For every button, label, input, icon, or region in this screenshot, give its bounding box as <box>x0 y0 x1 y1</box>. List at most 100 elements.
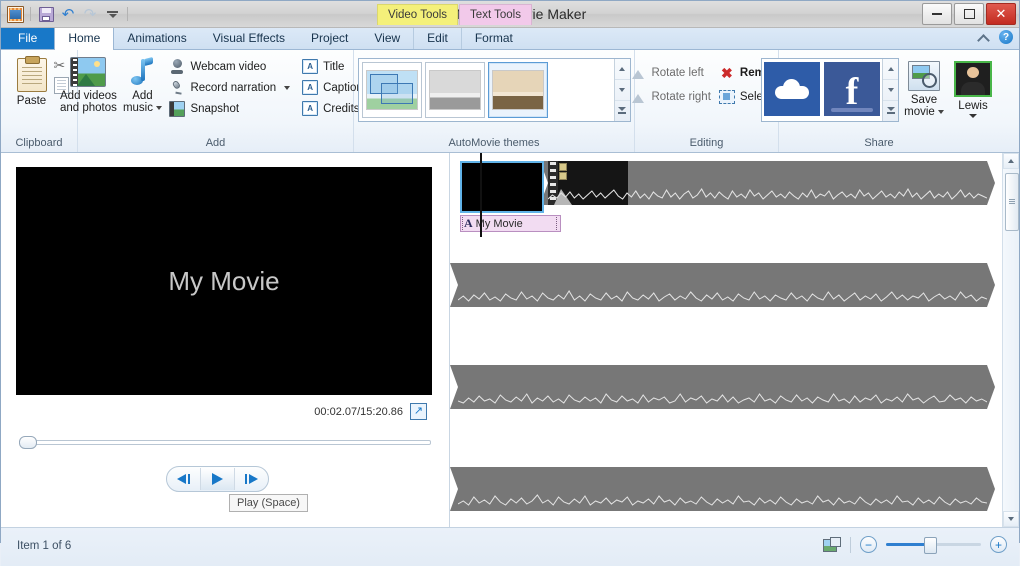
paste-button[interactable]: Paste <box>10 55 54 107</box>
save-movie-button[interactable]: Save movie <box>899 56 949 118</box>
timeline-scroll-thumb[interactable] <box>1005 173 1019 231</box>
automovie-theme-gallery <box>358 58 631 122</box>
contextual-tab-video-tools[interactable]: Video Tools <box>377 4 458 25</box>
timeline-scroll-down-icon[interactable] <box>1003 511 1019 527</box>
row4-right-notch <box>987 467 995 511</box>
zoom-in-button[interactable]: + <box>990 536 1007 553</box>
timeline-scroll-up-icon[interactable] <box>1003 153 1019 169</box>
record-narration-button[interactable]: Record narration <box>169 79 290 96</box>
playhead-indicator[interactable] <box>480 153 482 237</box>
seek-thumb[interactable] <box>19 436 37 449</box>
music-note-icon <box>129 57 155 87</box>
add-music-label-line2: music <box>123 102 153 114</box>
contextual-tab-text-tools[interactable]: Text Tools <box>459 4 532 25</box>
theme-thumbnail-3-selected[interactable] <box>488 62 548 118</box>
main-work-area: My Movie 00:02.07/15:20.86 ↗ Play (Space… <box>1 153 1019 527</box>
row1-waveform <box>548 185 987 203</box>
save-icon[interactable] <box>36 4 56 24</box>
qat-divider <box>30 7 31 21</box>
add-music-button[interactable]: Add music <box>119 54 165 114</box>
add-videos-and-photos-button[interactable]: Add videos and photos <box>57 54 119 114</box>
restore-button[interactable] <box>954 3 984 25</box>
add-videos-label-line1: Add videos <box>60 90 117 102</box>
theme-thumbnail-1[interactable] <box>362 62 422 118</box>
add-commands-list: Webcam video Record narration Snapshot <box>165 54 290 117</box>
theme-thumbnail-empty[interactable] <box>551 62 611 118</box>
user-dropdown-icon[interactable] <box>969 114 977 118</box>
rotate-left-label: Rotate left <box>651 67 703 79</box>
help-icon[interactable]: ? <box>999 30 1013 44</box>
share-scroll-down-icon[interactable] <box>883 80 898 101</box>
storyboard-view-icon[interactable] <box>823 537 841 552</box>
timeline-panel[interactable]: A My Movie <box>450 153 1019 527</box>
share-tile-facebook[interactable]: f <box>824 62 880 116</box>
preview-panel: My Movie 00:02.07/15:20.86 ↗ Play (Space… <box>1 153 450 527</box>
credits-icon: A <box>302 101 318 117</box>
tab-visual-effects[interactable]: Visual Effects <box>200 28 298 49</box>
row3-waveform <box>458 389 987 407</box>
ribbon-tab-strip: File Home Animations Visual Effects Proj… <box>1 28 1019 50</box>
tab-file[interactable]: File <box>1 28 54 49</box>
undo-icon[interactable]: ↶ <box>58 4 78 24</box>
timeline-scrollbar[interactable] <box>1002 153 1019 527</box>
minimize-button[interactable] <box>922 3 952 25</box>
timeline-row-2[interactable] <box>450 263 995 307</box>
timeline-row-4[interactable] <box>450 467 995 511</box>
save-movie-icon <box>908 61 940 91</box>
seek-slider[interactable] <box>19 436 431 446</box>
tab-project[interactable]: Project <box>298 28 361 49</box>
avatar <box>954 61 992 97</box>
status-bar: Item 1 of 6 − + <box>1 527 1019 566</box>
share-gallery-more-icon[interactable] <box>883 101 898 121</box>
timeline-row-3[interactable] <box>450 365 995 409</box>
selected-clip-thumbnail[interactable] <box>460 161 544 213</box>
zoom-slider[interactable] <box>886 537 981 552</box>
remove-x-icon: ✖ <box>719 65 735 81</box>
tab-home[interactable]: Home <box>54 28 114 50</box>
tab-animations[interactable]: Animations <box>114 28 199 49</box>
preview-monitor[interactable]: My Movie <box>16 167 432 395</box>
add-music-label-line1: Add <box>132 90 152 102</box>
cloud-icon <box>775 79 809 99</box>
tab-format[interactable]: Format <box>461 28 526 49</box>
redo-icon[interactable]: ↷ <box>80 4 100 24</box>
save-movie-label-line1: Save <box>911 94 937 106</box>
group-label-add: Add <box>78 136 353 152</box>
rotate-left-button[interactable]: Rotate left <box>630 64 710 81</box>
next-frame-button[interactable] <box>235 468 268 490</box>
select-all-icon <box>719 89 735 105</box>
fullscreen-icon[interactable]: ↗ <box>410 403 427 420</box>
user-account-button[interactable]: Lewis <box>949 56 997 118</box>
share-tile-onedrive[interactable] <box>764 62 820 116</box>
snapshot-button[interactable]: Snapshot <box>169 100 290 117</box>
play-button[interactable] <box>201 468 235 490</box>
movie-maker-window: My Movie - Movie Maker ↶ ↷ Video Tools T… <box>0 0 1020 543</box>
webcam-video-button[interactable]: Webcam video <box>169 58 290 75</box>
ribbon-group-automovie-themes: AutoMovie themes <box>354 50 635 152</box>
previous-frame-button[interactable] <box>167 468 201 490</box>
title-bar: My Movie - Movie Maker ↶ ↷ Video Tools T… <box>1 1 1019 28</box>
caption-icon: A <box>302 80 318 96</box>
record-narration-label: Record narration <box>190 82 276 94</box>
rotate-right-label: Rotate right <box>651 91 710 103</box>
close-button[interactable]: ✕ <box>986 3 1016 25</box>
timeline-row-1[interactable] <box>540 161 995 205</box>
rotate-right-button[interactable]: Rotate right <box>630 88 710 105</box>
add-music-dropdown-icon[interactable] <box>156 106 162 110</box>
share-gallery-scrollbar[interactable] <box>882 59 898 121</box>
save-movie-dropdown-icon[interactable] <box>938 110 944 114</box>
paste-icon <box>17 58 47 92</box>
title-clip-chip[interactable]: A My Movie <box>460 215 561 232</box>
collapse-ribbon-icon[interactable] <box>978 31 991 44</box>
share-scroll-up-icon[interactable] <box>883 59 898 80</box>
tab-edit[interactable]: Edit <box>413 28 461 49</box>
tab-view[interactable]: View <box>361 28 413 49</box>
qat-customize-icon[interactable] <box>102 4 122 24</box>
theme-thumbnail-2[interactable] <box>425 62 485 118</box>
ribbon-right-controls: ? <box>978 30 1013 44</box>
zoom-thumb[interactable] <box>924 537 937 554</box>
webcam-video-label: Webcam video <box>190 61 266 73</box>
play-tooltip: Play (Space) <box>229 494 308 512</box>
item-count-label: Item 1 of 6 <box>17 540 71 552</box>
zoom-out-button[interactable]: − <box>860 536 877 553</box>
